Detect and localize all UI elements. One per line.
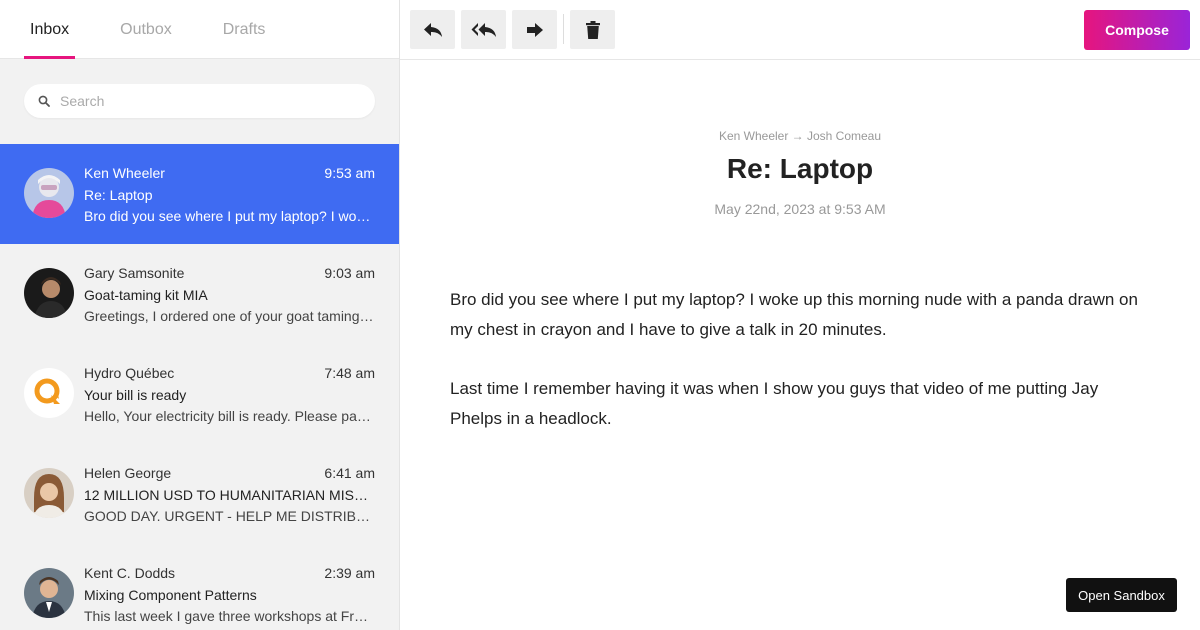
message-title: Re: Laptop — [726, 153, 874, 184]
search-area — [0, 59, 399, 144]
avatar — [24, 568, 74, 618]
message-date: May 22nd, 2023 at 9:53 AM — [714, 201, 886, 217]
reply-all-icon — [471, 22, 496, 37]
message-from-to: Ken Wheeler → Josh Comeau — [718, 129, 882, 143]
search-icon — [38, 95, 50, 107]
message-paragraph: Bro did you see where I put my laptop? I… — [450, 290, 1138, 339]
email-list-item[interactable]: Hydro Québec 7:48 am Your bill is ready … — [0, 344, 399, 444]
email-subject: Re: Laptop — [84, 187, 153, 203]
email-sender: Ken Wheeler — [84, 165, 165, 181]
tab-outbox[interactable]: Outbox — [114, 0, 178, 59]
reply-button[interactable] — [410, 10, 455, 49]
email-time: 2:39 am — [324, 565, 375, 581]
avatar — [24, 468, 74, 518]
compose-button[interactable]: Compose — [1084, 10, 1190, 50]
open-sandbox-button[interactable]: Open Sandbox — [1066, 578, 1177, 612]
search-box[interactable] — [24, 84, 375, 118]
email-list-item[interactable]: Kent C. Dodds 2:39 am Mixing Component P… — [0, 544, 399, 630]
email-subject: Mixing Component Patterns — [84, 587, 257, 603]
email-subject: Goat-taming kit MIA — [84, 287, 208, 303]
email-sender: Hydro Québec — [84, 365, 175, 381]
email-time: 7:48 am — [324, 365, 375, 381]
tab-drafts[interactable]: Drafts — [217, 0, 272, 59]
email-time: 9:53 am — [324, 165, 375, 181]
reply-icon — [423, 22, 442, 37]
tab-inbox[interactable]: Inbox — [24, 0, 76, 59]
email-info: Helen George 6:41 am 12 MILLION USD TO H… — [84, 464, 375, 544]
message-paragraph: Last time I remember having it was when … — [450, 379, 1099, 428]
email-sender: Gary Samsonite — [84, 265, 185, 281]
email-list-item[interactable]: Gary Samsonite 9:03 am Goat-taming kit M… — [0, 244, 399, 344]
avatar — [24, 368, 74, 418]
email-info: Hydro Québec 7:48 am Your bill is ready … — [84, 364, 375, 444]
delete-button[interactable] — [570, 10, 615, 49]
avatar — [24, 268, 74, 318]
email-preview: This last week I gave three workshops at… — [84, 608, 375, 624]
email-preview: GOOD DAY. URGENT - HELP ME DISTRIBUTE MY… — [84, 508, 375, 524]
toolbar-divider — [563, 14, 564, 44]
email-preview: Bro did you see where I put my laptop? I… — [84, 208, 375, 224]
email-subject: Your bill is ready — [84, 387, 187, 403]
email-preview: Greetings, I ordered one of your goat ta… — [84, 308, 375, 324]
email-time: 6:41 am — [324, 465, 375, 481]
sidebar: Inbox Outbox Drafts Search Ken Wheeler 9… — [0, 0, 400, 630]
mailbox-tabs: Inbox Outbox Drafts — [0, 0, 399, 59]
email-sender: Helen George — [84, 465, 172, 481]
trash-icon — [585, 20, 600, 39]
email-time: 9:03 am — [324, 265, 375, 281]
email-info: Kent C. Dodds 2:39 am Mixing Component P… — [84, 564, 375, 630]
email-preview: Hello, Your electricity bill is ready. P… — [84, 408, 375, 424]
avatar — [24, 168, 74, 218]
email-list-item[interactable]: Ken Wheeler 9:53 am Re: Laptop Bro did y… — [0, 144, 399, 244]
forward-button[interactable] — [512, 10, 557, 49]
email-list: Ken Wheeler 9:53 am Re: Laptop Bro did y… — [0, 144, 399, 630]
email-list-item[interactable]: Helen George 6:41 am 12 MILLION USD TO H… — [0, 444, 399, 544]
message-toolbar: Compose — [400, 0, 1200, 60]
message-body: Bro did you see where I put my laptop? I… — [450, 285, 1150, 463]
message-view: Ken Wheeler → Josh Comeau Re: Laptop May… — [400, 60, 1200, 630]
email-info: Gary Samsonite 9:03 am Goat-taming kit M… — [84, 264, 375, 344]
reply-all-button[interactable] — [461, 10, 506, 49]
email-subject: 12 MILLION USD TO HUMANITARIAN MISSION — [84, 487, 375, 503]
search-input[interactable] — [60, 93, 340, 109]
forward-icon — [526, 22, 543, 37]
email-info: Ken Wheeler 9:53 am Re: Laptop Bro did y… — [84, 164, 375, 244]
email-sender: Kent C. Dodds — [84, 565, 176, 581]
